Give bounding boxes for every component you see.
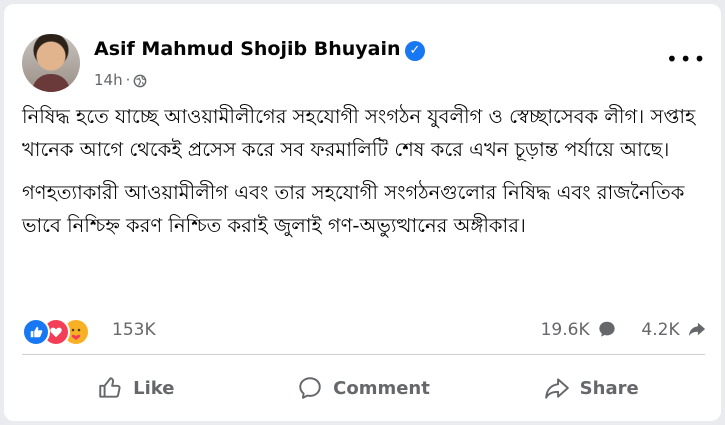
- reaction-count[interactable]: 153K: [112, 320, 156, 340]
- more-options-button[interactable]: •••: [666, 49, 705, 74]
- post-card: Asif Mahmud Shojib Bhuyain ✓ 14h · ••• নি…: [4, 4, 721, 421]
- verified-badge-icon: ✓: [405, 41, 425, 61]
- share-count[interactable]: 4.2K: [641, 320, 706, 343]
- like-reaction-icon: [22, 318, 50, 346]
- post-timestamp[interactable]: 14h: [94, 71, 123, 89]
- post-header: Asif Mahmud Shojib Bhuyain ✓ 14h · •••: [22, 34, 705, 94]
- comment-bubble-icon: [598, 320, 616, 343]
- author-name[interactable]: Asif Mahmud Shojib Bhuyain: [94, 38, 401, 60]
- share-label: Share: [579, 377, 639, 399]
- share-count-value: 4.2K: [641, 320, 680, 340]
- like-button[interactable]: Like: [22, 362, 250, 414]
- comment-icon: [299, 377, 321, 399]
- post-paragraph-2: গণহত্যাকারী আওয়ামীলীগ এবং তার সহযোগী সং…: [22, 181, 685, 237]
- globe-icon[interactable]: [133, 74, 147, 92]
- post-body: নিষিদ্ধ হতে যাচ্ছে আওয়ামীলীগের সহযোগী স…: [22, 100, 712, 252]
- like-label: Like: [133, 377, 175, 399]
- comment-label: Comment: [333, 377, 430, 399]
- post-meta: 14h ·: [94, 71, 147, 92]
- thumbs-up-icon: [99, 377, 121, 398]
- comment-count-value: 19.6K: [540, 320, 590, 340]
- share-icon: [544, 378, 569, 399]
- post-actions: Like Comment Share: [22, 362, 705, 414]
- actions-divider: [22, 354, 705, 355]
- post-paragraph-1: নিষিদ্ধ হতে যাচ্ছে আওয়ামীলীগের সহযোগী স…: [22, 105, 696, 161]
- meta-separator: ·: [125, 71, 131, 89]
- comment-count[interactable]: 19.6K: [541, 320, 616, 343]
- author-avatar[interactable]: [22, 34, 80, 92]
- share-button[interactable]: Share: [477, 362, 705, 414]
- comment-button[interactable]: Comment: [250, 362, 478, 414]
- share-arrow-icon: [688, 320, 706, 343]
- reactions-bar: 153K 19.6K 4.2K: [22, 316, 712, 346]
